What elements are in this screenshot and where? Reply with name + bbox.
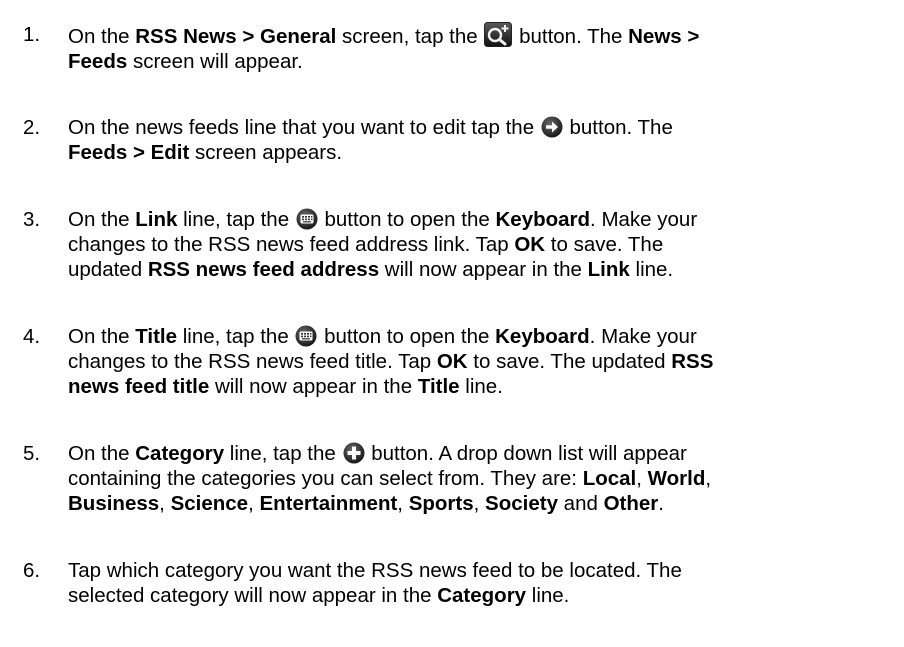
step-line: Feeds > Edit screen appears. (68, 140, 868, 165)
step-text: On the news feeds line that you want to … (68, 115, 868, 165)
bold-term: News > (628, 25, 700, 48)
text-run: line. (459, 375, 503, 398)
step-line: changes to the RSS news feed title. Tap … (68, 349, 868, 374)
text-run: button. The (513, 25, 629, 48)
text-run: screen will appear. (127, 50, 303, 73)
text-run: . (658, 492, 664, 515)
bold-term: Entertainment (259, 492, 398, 515)
text-run: and (557, 492, 604, 515)
text-run: , (473, 492, 486, 515)
text-run: line. (526, 584, 570, 607)
text-run: line, tap the (177, 208, 295, 231)
step-text: On the Category line, tap the button. A … (68, 441, 868, 516)
bold-term: Title (135, 325, 178, 348)
step-number: 5. (23, 442, 41, 465)
bold-term: Feeds (68, 50, 128, 73)
text-run: , (636, 467, 648, 490)
text-run: . Make your (590, 208, 698, 231)
bold-term: World (647, 467, 706, 490)
bold-term: OK (514, 233, 546, 256)
bold-term: RSS news feed address (147, 258, 380, 281)
step-line: containing the categories you can select… (68, 466, 868, 491)
step-number: 3. (23, 208, 41, 231)
bold-term: Link (587, 258, 630, 281)
bold-term: Keyboard (495, 208, 591, 231)
step-line: On the Category line, tap the button. A … (68, 441, 868, 466)
text-run: On the (68, 25, 136, 48)
step-text: On the RSS News > General screen, tap th… (68, 22, 868, 74)
keyboard-icon (296, 208, 318, 230)
plus-circle-icon (343, 442, 365, 464)
bold-term: Business (68, 492, 160, 515)
step-line: updated RSS news feed address will now a… (68, 257, 868, 282)
keyboard-icon (295, 325, 317, 347)
step-line: changes to the RSS news feed address lin… (68, 232, 868, 257)
step-number: 4. (23, 325, 41, 348)
text-run: changes to the RSS news feed address lin… (68, 233, 515, 256)
step-line: On the Title line, tap the button to ope… (68, 324, 868, 349)
step-text: On the Link line, tap the button to open… (68, 207, 868, 282)
text-run: , (248, 492, 260, 515)
step-line: On the RSS News > General screen, tap th… (68, 22, 868, 49)
text-run: , (159, 492, 171, 515)
text-run: line, tap the (224, 442, 342, 465)
bold-term: Local (582, 467, 637, 490)
bold-term: RSS News > General (135, 25, 337, 48)
bold-term: Keyboard (495, 325, 590, 348)
text-run: . Make your (589, 325, 697, 348)
text-run: , (397, 492, 409, 515)
text-run: button to open the (318, 325, 496, 348)
text-run: to save. The updated (467, 350, 672, 373)
text-run: On the (68, 208, 136, 231)
text-run: On the news feeds line that you want to … (68, 116, 540, 139)
bold-term: Feeds > Edit (68, 141, 190, 164)
bold-term: Sports (408, 492, 474, 515)
text-run: will now appear in the (209, 375, 418, 398)
bold-term: Other (603, 492, 659, 515)
step-number: 2. (23, 116, 41, 139)
step-line: Tap which category you want the RSS news… (68, 558, 868, 583)
search-plus-icon (484, 22, 513, 47)
bold-term: Science (170, 492, 249, 515)
arrow-right-icon (541, 116, 563, 138)
bold-term: RSS (671, 350, 714, 373)
step-line: On the news feeds line that you want to … (68, 115, 868, 140)
text-run: Tap which category you want the RSS news… (68, 559, 682, 582)
text-run: button. A drop down list will appear (365, 442, 687, 465)
step-number: 1. (23, 23, 41, 46)
step-line: Feeds screen will appear. (68, 49, 868, 74)
text-run: , (705, 467, 712, 490)
text-run: containing the categories you can select… (68, 467, 583, 490)
text-run: selected category will now appear in the (68, 584, 438, 607)
text-run: On the (68, 442, 136, 465)
text-run: updated (68, 258, 148, 281)
bold-term: Title (417, 375, 460, 398)
text-run: screen appears. (189, 141, 343, 164)
text-run: to save. The (545, 233, 664, 256)
step-line: On the Link line, tap the button to open… (68, 207, 868, 232)
step-number: 6. (23, 559, 41, 582)
step-line: selected category will now appear in the… (68, 583, 868, 608)
step-line: Business, Science, Entertainment, Sports… (68, 491, 868, 516)
text-run: button. The (563, 116, 673, 139)
bold-term: OK (436, 350, 468, 373)
text-run: line. (629, 258, 674, 281)
step-line: news feed title will now appear in the T… (68, 374, 868, 399)
text-run: screen, tap the (336, 25, 484, 48)
instructions-page: 1. On the RSS News > General screen, tap… (0, 0, 904, 647)
bold-term: Link (135, 208, 178, 231)
bold-term: Category (437, 584, 527, 607)
step-text: On the Title line, tap the button to ope… (68, 324, 868, 399)
bold-term: news feed title (68, 375, 210, 398)
text-run: On the (68, 325, 136, 348)
text-run: will now appear in the (379, 258, 588, 281)
text-run: line, tap the (177, 325, 295, 348)
text-run: button to open the (318, 208, 496, 231)
bold-term: Society (485, 492, 558, 515)
step-text: Tap which category you want the RSS news… (68, 558, 868, 608)
text-run: changes to the RSS news feed title. Tap (68, 350, 437, 373)
bold-term: Category (135, 442, 225, 465)
